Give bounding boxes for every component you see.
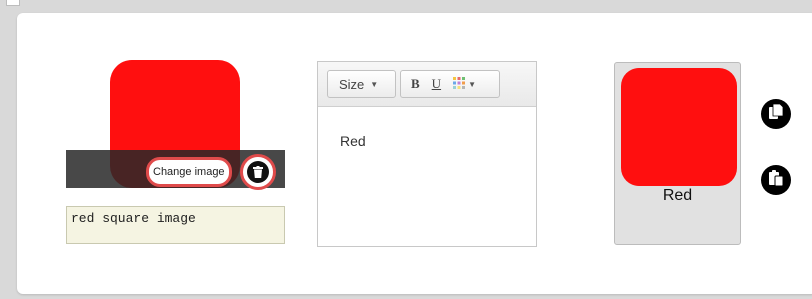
preview-tile[interactable]: Red [614, 62, 741, 245]
caption-input[interactable]: red square image [66, 206, 285, 244]
size-dropdown[interactable]: Size ▼ [327, 70, 396, 98]
editor-content[interactable]: Red [318, 107, 536, 175]
preview-red-square [621, 68, 737, 186]
format-group: B U ▼ [400, 70, 500, 98]
chevron-down-icon: ▼ [370, 79, 379, 89]
editor-toolbar: Size ▼ B U ▼ [318, 62, 536, 107]
preview-label: Red [662, 187, 693, 204]
bold-button[interactable]: B [401, 76, 426, 92]
underline-button[interactable]: U [426, 76, 447, 92]
paste-icon [769, 169, 784, 191]
paste-button[interactable] [761, 165, 791, 195]
copy-icon [769, 103, 784, 125]
size-dropdown-item: Size ▼ [328, 77, 384, 92]
color-picker-button[interactable]: ▼ [447, 76, 482, 92]
color-palette-icon [453, 76, 466, 92]
copy-button[interactable] [761, 99, 791, 129]
corner-tab [6, 0, 20, 6]
rich-text-editor: Size ▼ B U ▼ Red [317, 61, 537, 247]
trash-icon [247, 161, 269, 183]
chevron-down-icon: ▼ [468, 79, 476, 89]
change-image-button[interactable]: Change image [146, 157, 232, 187]
delete-image-button[interactable] [240, 154, 276, 190]
size-label: Size [339, 76, 365, 92]
